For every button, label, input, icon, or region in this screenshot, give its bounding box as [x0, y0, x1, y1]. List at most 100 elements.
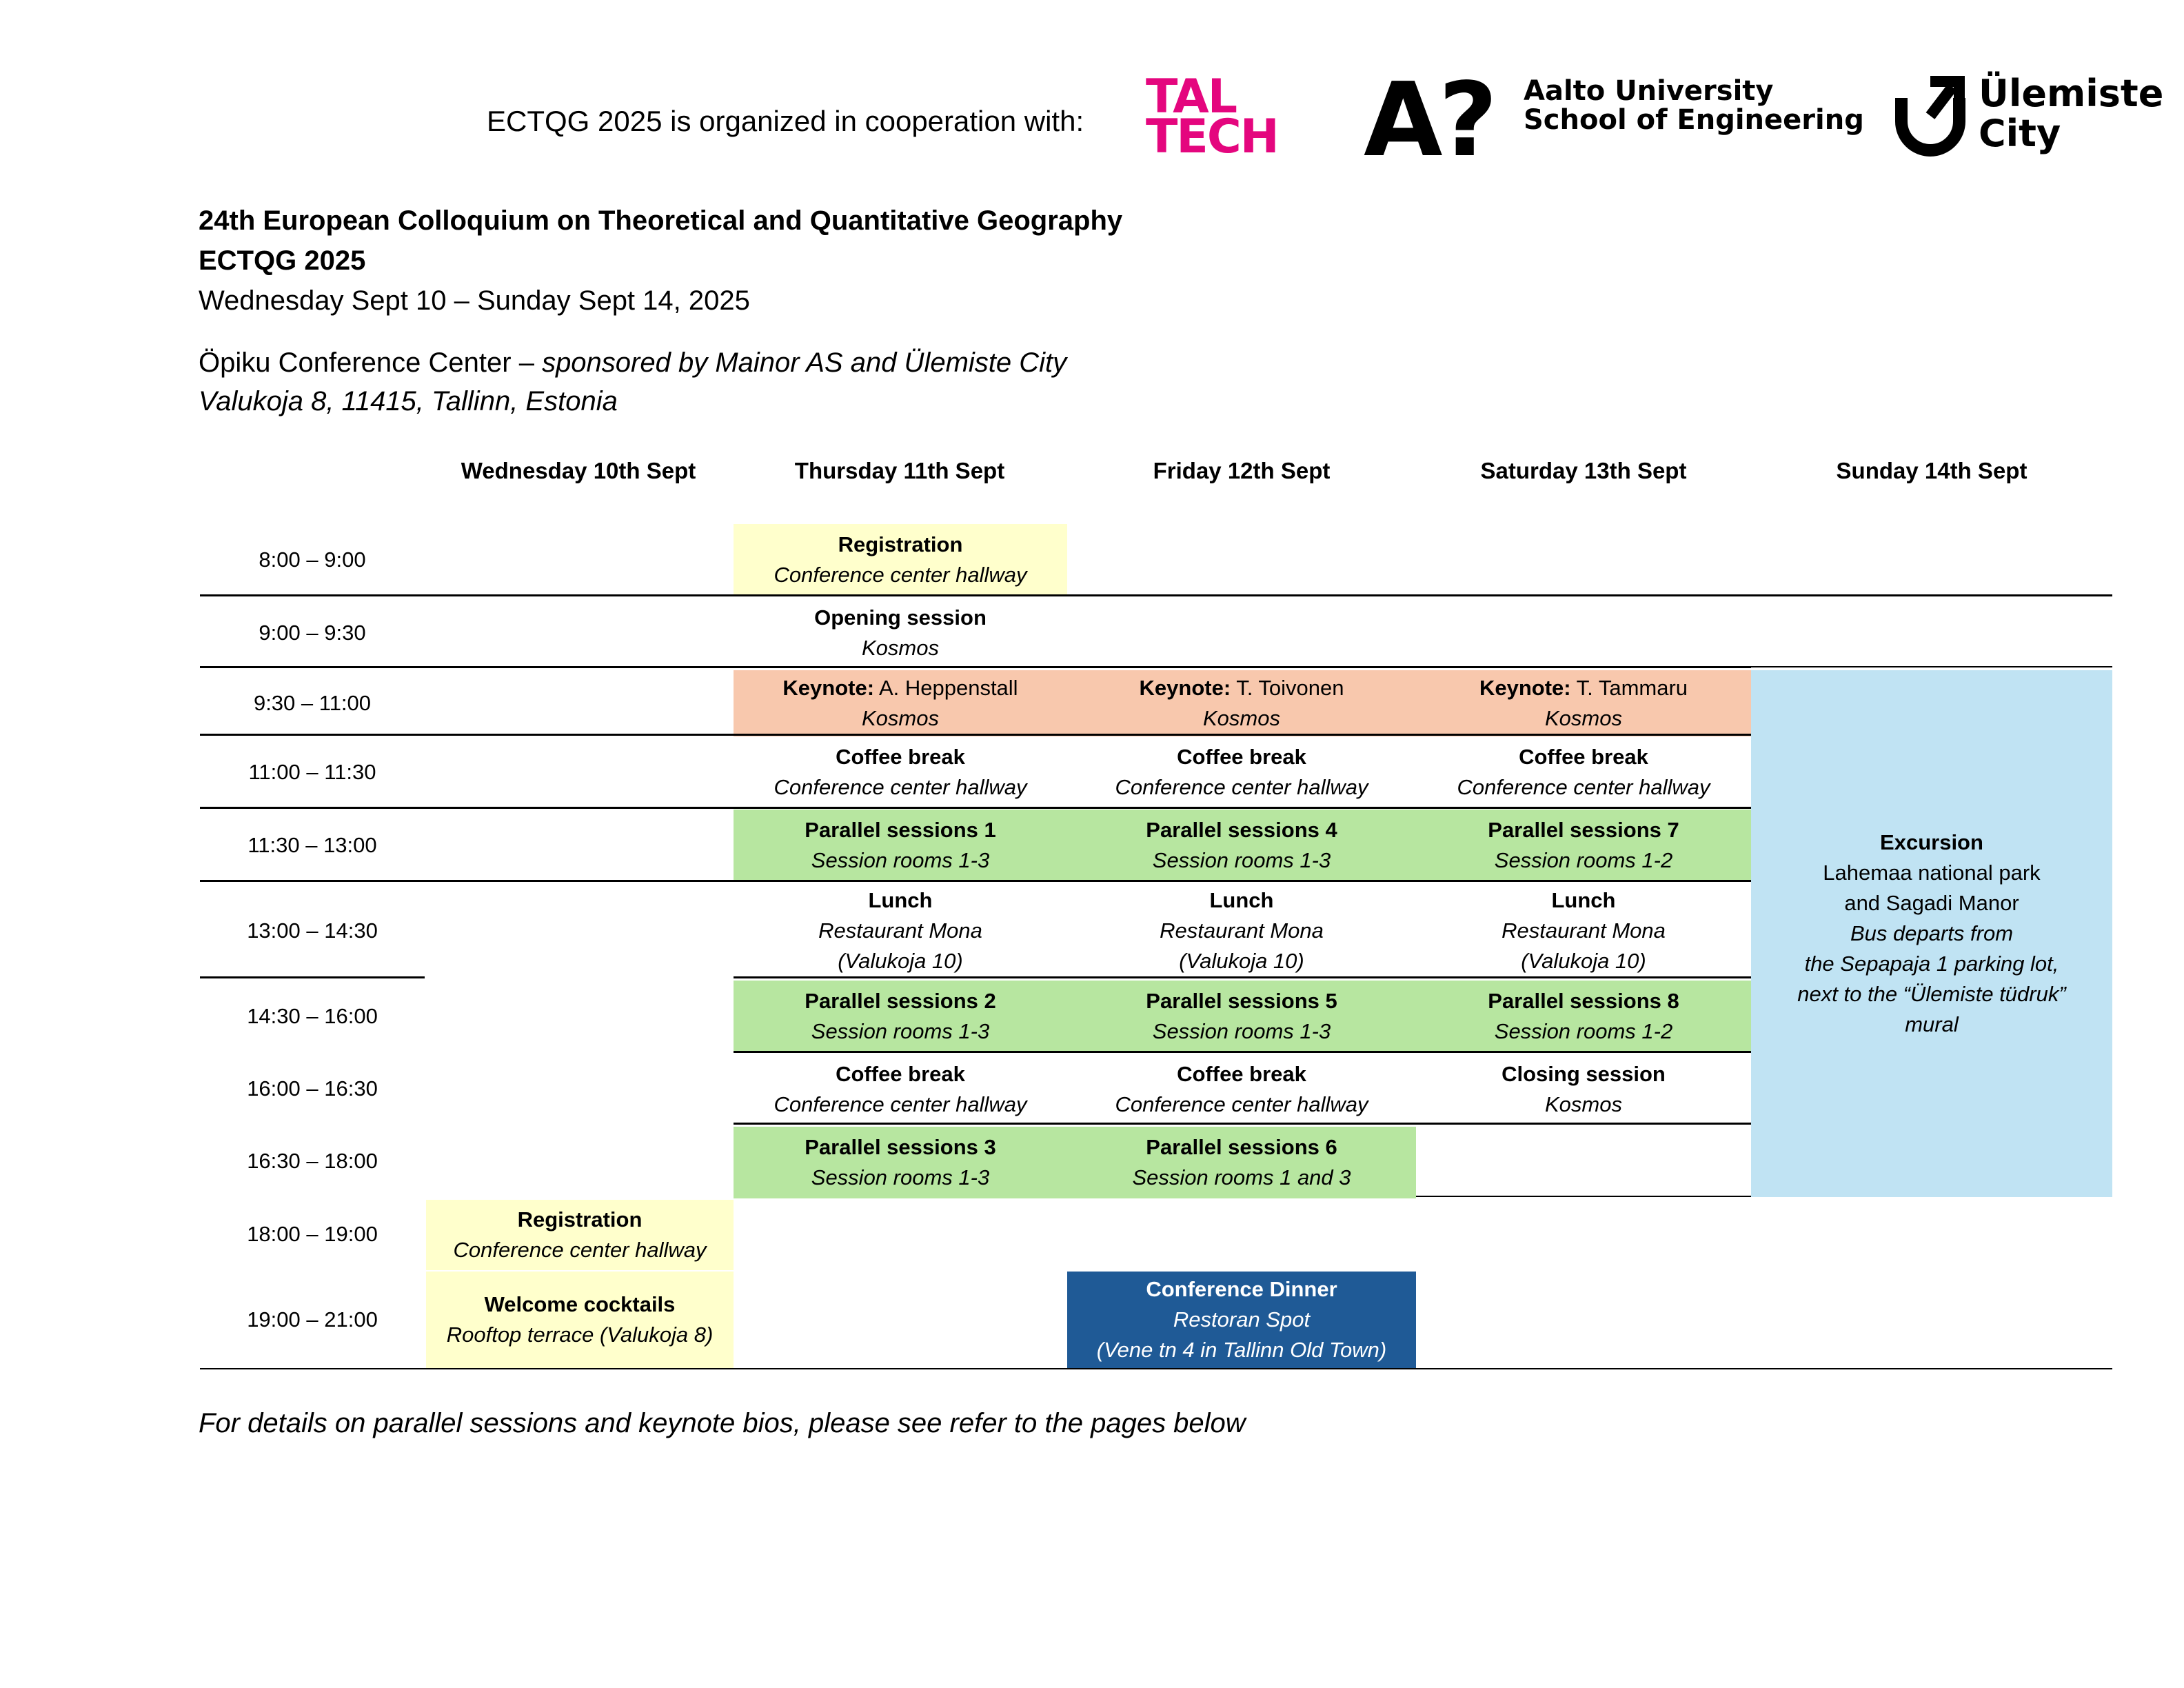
cooperation-text: ECTQG 2025 is organized in cooperation w…	[487, 105, 1084, 137]
event-title: Registration	[517, 1207, 643, 1232]
fri-dinner-cell: Conference Dinner Restoran Spot (Vene tn…	[1067, 1272, 1416, 1368]
wed-registration-cell: Registration Conference center hallway	[426, 1200, 734, 1270]
ulemiste-logo-line-2: City	[1979, 112, 2061, 155]
thu-keynote-cell: Keynote: A. Heppenstall Kosmos	[734, 670, 1067, 736]
event-title: Parallel sessions 5	[1146, 989, 1337, 1013]
excursion-departure: mural	[1905, 1012, 1959, 1036]
day-header-sun: Sunday 14th Sept	[1836, 458, 2028, 483]
event-location-detail: (Vene tn 4 in Tallinn Old Town)	[1096, 1338, 1387, 1362]
thu-parallel-3-cell: Parallel sessions 3 Session rooms 1-3	[734, 1127, 1067, 1198]
fri-lunch-cell: Lunch Restaurant Mona (Valukoja 10)	[1067, 883, 1416, 979]
sat-parallel-7-cell: Parallel sessions 7 Session rooms 1-2	[1416, 810, 1751, 881]
event-title: Registration	[838, 532, 963, 556]
time-slot: 19:00 – 21:00	[247, 1307, 378, 1332]
event-location: Kosmos	[1545, 706, 1622, 730]
time-slot: 16:30 – 18:00	[247, 1149, 378, 1173]
event-location: Session rooms 1-2	[1494, 848, 1673, 872]
thu-lunch-cell: Lunch Restaurant Mona (Valukoja 10)	[734, 883, 1067, 979]
event-location-detail: (Valukoja 10)	[1521, 949, 1646, 973]
event-location: Session rooms 1-3	[811, 1019, 990, 1043]
time-slot: 9:30 – 11:00	[253, 691, 372, 715]
sat-coffee-cell: Coffee break Conference center hallway	[1416, 736, 1751, 808]
event-title: Parallel sessions 7	[1488, 818, 1679, 842]
fri-coffee-2-cell: Coffee break Conference center hallway	[1067, 1054, 1416, 1125]
event-title: Keynote: A. Heppenstall	[782, 673, 1018, 703]
row-divider	[200, 666, 1751, 668]
day-header-fri: Friday 12th Sept	[1153, 458, 1331, 483]
excursion-departure: Bus departs from	[1850, 921, 2014, 945]
keynote-speaker: A. Heppenstall	[874, 676, 1018, 700]
row-divider	[200, 734, 1751, 736]
ulemiste-logo-line-1: Ülemiste	[1979, 72, 2164, 115]
aalto-logo: A? Aalto University School of Engineerin…	[1364, 69, 1864, 171]
day-header-wed: Wednesday 10th Sept	[461, 458, 696, 483]
conference-short-name: ECTQG 2025	[199, 245, 366, 276]
sat-closing-cell: Closing session Kosmos	[1416, 1054, 1751, 1125]
event-title: Parallel sessions 4	[1146, 818, 1337, 842]
keynote-speaker: T. Toivonen	[1231, 676, 1344, 700]
thu-parallel-2-cell: Parallel sessions 2 Session rooms 1-3	[734, 981, 1067, 1052]
footnote: For details on parallel sessions and key…	[199, 1408, 1246, 1438]
event-title: Lunch	[868, 888, 933, 912]
thu-parallel-1-cell: Parallel sessions 1 Session rooms 1-3	[734, 810, 1067, 881]
thu-opening-cell: Opening session Kosmos	[734, 597, 1067, 669]
row-divider	[1751, 666, 2112, 667]
event-title: Coffee break	[836, 1062, 965, 1086]
fri-parallel-4-cell: Parallel sessions 4 Session rooms 1-3	[1067, 810, 1416, 881]
event-location: Kosmos	[862, 706, 939, 730]
aalto-logo-mark: A?	[1364, 61, 1497, 179]
time-slot: 11:00 – 11:30	[248, 760, 376, 784]
event-location: Restoran Spot	[1173, 1307, 1311, 1332]
excursion-destination: and Sagadi Manor	[1844, 891, 2019, 915]
keynote-label: Keynote:	[782, 676, 875, 700]
event-location: Kosmos	[1203, 706, 1280, 730]
event-location: Session rooms 1-3	[811, 1165, 990, 1189]
day-header-thu: Thursday 11th Sept	[794, 458, 1005, 483]
event-location: Restaurant Mona	[1160, 918, 1324, 943]
venue-line: Öpiku Conference Center – sponsored by M…	[199, 343, 1066, 382]
venue-sponsor: sponsored by Mainor AS and Ülemiste City	[542, 348, 1067, 378]
fri-keynote-cell: Keynote: T. Toivonen Kosmos	[1067, 670, 1416, 736]
table-bottom-rule	[200, 1368, 2112, 1369]
event-location: Kosmos	[1545, 1092, 1622, 1116]
event-location: Kosmos	[862, 636, 939, 660]
event-title: Opening session	[814, 605, 987, 630]
event-location: Session rooms 1-2	[1494, 1019, 1673, 1043]
event-title: Parallel sessions 8	[1488, 989, 1679, 1013]
event-title: Parallel sessions 1	[805, 818, 996, 842]
event-location: Restaurant Mona	[1502, 918, 1666, 943]
event-location-detail: (Valukoja 10)	[838, 949, 963, 973]
taltech-logo: TAL TECH	[1146, 74, 1299, 164]
time-slot: 11:30 – 13:00	[247, 833, 377, 857]
conference-dates: Wednesday Sept 10 – Sunday Sept 14, 2025	[199, 285, 750, 316]
event-location: Restaurant Mona	[818, 918, 982, 943]
taltech-logo-line-2: TECH	[1146, 110, 1280, 164]
event-title: Lunch	[1209, 888, 1274, 912]
row-divider	[200, 976, 425, 978]
time-slot: 8:00 – 9:00	[259, 547, 366, 572]
row-divider	[734, 976, 1751, 978]
row-divider	[1416, 1196, 1751, 1197]
event-title: Closing session	[1502, 1062, 1666, 1086]
excursion-departure: next to the “Ülemiste tüdruk”	[1797, 982, 2066, 1006]
event-location: Rooftop terrace (Valukoja 8)	[446, 1323, 714, 1347]
row-divider	[734, 1123, 1751, 1125]
event-location: Conference center hallway	[774, 775, 1027, 799]
time-slot: 18:00 – 19:00	[247, 1222, 378, 1246]
event-title: Conference Dinner	[1146, 1277, 1337, 1301]
event-location: Conference center hallway	[774, 563, 1027, 587]
keynote-label: Keynote:	[1479, 676, 1571, 700]
event-title: Keynote: T. Tammaru	[1479, 673, 1688, 703]
time-slot: 9:00 – 9:30	[259, 621, 366, 645]
event-location: Session rooms 1-3	[811, 848, 990, 872]
event-title: Coffee break	[836, 745, 965, 769]
event-title: Lunch	[1551, 888, 1616, 912]
thu-registration-cell: Registration Conference center hallway	[734, 524, 1067, 596]
excursion-departure: the Sepapaja 1 parking lot,	[1804, 952, 2059, 976]
venue-name: Öpiku Conference Center	[199, 348, 512, 378]
event-title: Parallel sessions 6	[1146, 1135, 1337, 1159]
event-title: Parallel sessions 2	[805, 989, 996, 1013]
thu-coffee-2-cell: Coffee break Conference center hallway	[734, 1054, 1067, 1125]
sat-lunch-cell: Lunch Restaurant Mona (Valukoja 10)	[1416, 883, 1751, 979]
event-title: Welcome cocktails	[484, 1292, 676, 1316]
